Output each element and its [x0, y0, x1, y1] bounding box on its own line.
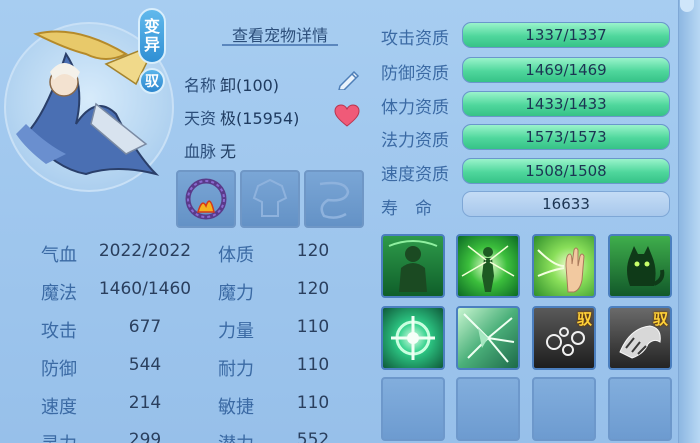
pet-bloodline-value: 无 — [220, 142, 237, 161]
skill-slot-12[interactable] — [608, 377, 672, 441]
pet-panel: 变 异 驭 查看宠物详情 名称 卸(100) 天资 极(15954) 血脉无 气… — [0, 0, 700, 443]
panel-right-edge — [678, 0, 700, 443]
quality-attack-value: 1337/1337 — [525, 26, 607, 44]
lifespan-label: 寿 命 — [381, 199, 432, 219]
skill-slot-2[interactable] — [456, 234, 520, 298]
stat-mp-label: 魔法 — [41, 283, 77, 304]
stat-physique-label: 体质 — [218, 245, 254, 266]
skill-8-control-tag: 驭 — [652, 310, 668, 328]
stat-defense-label: 防御 — [41, 359, 77, 380]
mutation-badge-char-1: 变 — [143, 17, 160, 36]
stat-strength-value: 110 — [296, 317, 330, 337]
stat-spirit-label: 灵力 — [41, 430, 77, 443]
quality-defense-bar: 1469/1469 — [462, 57, 670, 83]
quality-defense-label: 防御资质 — [381, 64, 449, 84]
quality-attack-label: 攻击资质 — [381, 29, 449, 49]
quality-stamina-label: 体力资质 — [381, 98, 449, 118]
equipment-slot-1[interactable] — [176, 170, 236, 228]
pet-bloodline-label: 血脉 — [184, 142, 217, 161]
green-figure-skill-icon — [388, 240, 438, 292]
quality-stamina-bar: 1433/1433 — [462, 91, 670, 117]
quality-speed-label: 速度资质 — [381, 165, 449, 185]
green-orb-skill-icon — [391, 316, 435, 360]
pet-name-value: 卸(100) — [220, 76, 280, 95]
stat-potential-value: 552 — [296, 430, 330, 443]
palm-light-skill-icon — [537, 247, 585, 293]
pet-name-row: 名称 卸(100) — [184, 72, 279, 96]
shatter-skill-icon — [463, 313, 515, 363]
pet-talent-row: 天资 极(15954) — [184, 105, 299, 129]
pet-talent-label: 天资 — [184, 109, 217, 128]
quality-mana-label: 法力资质 — [381, 131, 449, 151]
quality-stamina-value: 1433/1433 — [525, 95, 607, 113]
pet-bloodline-row: 血脉无 — [184, 138, 236, 162]
mutation-badge: 变 异 — [138, 8, 166, 64]
control-badge: 驭 — [139, 68, 165, 94]
fire-collar-equipment-icon — [185, 178, 227, 220]
stat-physique-value: 120 — [296, 241, 330, 261]
skill-slot-11[interactable] — [532, 377, 596, 441]
stat-attack-value: 677 — [128, 317, 162, 337]
skill-slot-9[interactable] — [381, 377, 445, 441]
quality-attack-bar: 1337/1337 — [462, 22, 670, 48]
stat-agility-label: 敏捷 — [218, 397, 254, 418]
skill-slot-5[interactable] — [381, 306, 445, 370]
pet-talent-value: 极(15954) — [220, 109, 300, 128]
skill-slot-8[interactable]: 驭 — [608, 306, 672, 370]
skill-slot-4[interactable] — [608, 234, 672, 298]
green-cat-skill-icon — [627, 246, 665, 286]
quality-defense-value: 1469/1469 — [525, 61, 607, 79]
skill-slot-6[interactable] — [456, 306, 520, 370]
stat-speed-value: 214 — [128, 393, 162, 413]
equipment-slot-3[interactable] — [304, 170, 364, 228]
quality-speed-bar: 1508/1508 — [462, 158, 670, 184]
stat-strength-label: 力量 — [218, 321, 254, 342]
skill-slot-10[interactable] — [456, 377, 520, 441]
view-pet-details-link[interactable]: 查看宠物详情 — [222, 22, 338, 46]
stat-mp-value: 1460/1460 — [98, 279, 192, 299]
skill-slot-7[interactable]: 驭 — [532, 306, 596, 370]
skill-7-control-tag: 驭 — [576, 310, 592, 328]
stat-hp-label: 气血 — [41, 245, 77, 266]
stat-hp-value: 2022/2022 — [98, 241, 192, 261]
stat-endurance-value: 110 — [296, 355, 330, 375]
favorite-heart-icon[interactable] — [334, 104, 360, 128]
stat-agility-value: 110 — [296, 393, 330, 413]
equipment-slot-2[interactable] — [240, 170, 300, 228]
mutation-badge-char-2: 异 — [143, 35, 160, 54]
stat-defense-value: 544 — [128, 355, 162, 375]
stat-potential-label: 潜力 — [218, 430, 254, 443]
skill-slot-3[interactable] — [532, 234, 596, 298]
panel-knob — [680, 0, 694, 12]
stat-speed-label: 速度 — [41, 397, 77, 418]
edit-name-icon[interactable] — [336, 68, 362, 90]
stat-spirit-value: 299 — [128, 430, 162, 443]
armor-placeholder-icon — [252, 178, 288, 217]
stat-magic-label: 魔力 — [218, 283, 254, 304]
quality-speed-value: 1508/1508 — [525, 162, 607, 180]
stat-endurance-label: 耐力 — [218, 359, 254, 380]
green-aura-skill-icon — [461, 245, 515, 292]
ornament-placeholder-icon — [319, 181, 350, 219]
skill-slot-1[interactable] — [381, 234, 445, 298]
pet-name-label: 名称 — [184, 76, 217, 95]
lifespan-value: 16633 — [462, 191, 670, 217]
quality-mana-bar: 1573/1573 — [462, 124, 670, 150]
stat-magic-value: 120 — [296, 279, 330, 299]
quality-mana-value: 1573/1573 — [525, 128, 607, 146]
stat-attack-label: 攻击 — [41, 321, 77, 342]
